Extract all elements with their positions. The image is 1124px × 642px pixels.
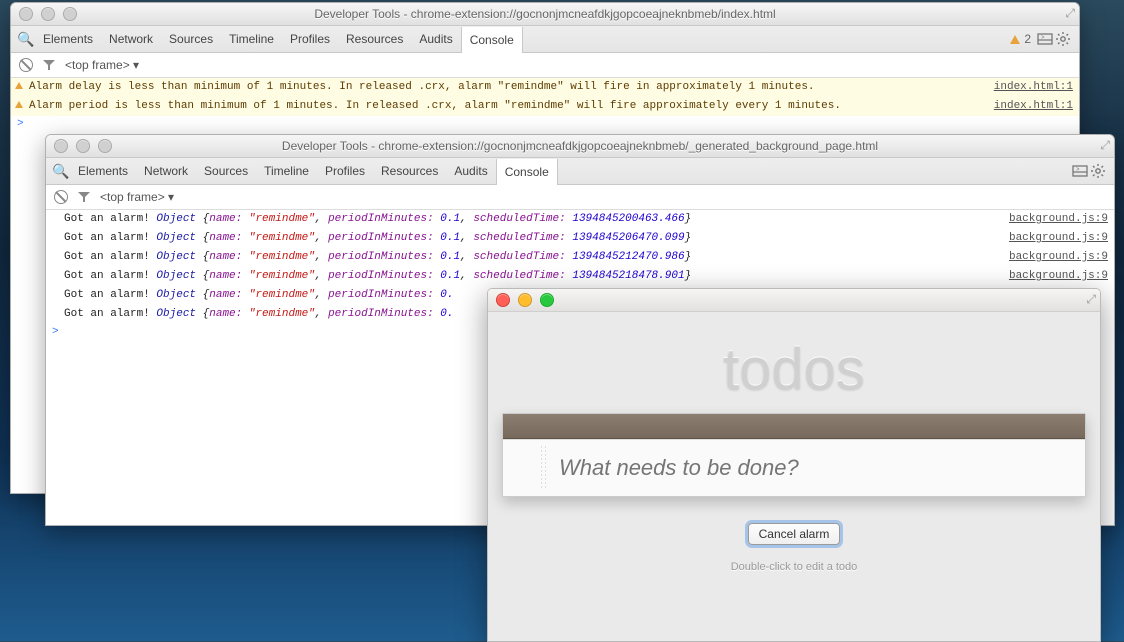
svg-text:>_: >_	[1041, 35, 1049, 41]
drawer-icon[interactable]: >_	[1037, 32, 1055, 46]
app-heading: todos	[488, 312, 1100, 413]
console-line: Got an alarm! Object {name: "remindme", …	[46, 267, 1114, 286]
svg-text:>_: >_	[1076, 167, 1084, 173]
tab-profiles[interactable]: Profiles	[282, 26, 338, 52]
console-text: Got an alarm! Object {name: "remindme", …	[64, 250, 691, 265]
console-text: Got an alarm! Object {name: "remindme", …	[64, 269, 691, 284]
inspect-icon[interactable]: 🔍	[17, 31, 35, 48]
expand-icon[interactable]: ⤢	[1086, 292, 1096, 307]
tab-elements[interactable]: Elements	[70, 158, 136, 184]
console-toolbar: <top frame> ▾	[46, 185, 1114, 210]
tab-audits[interactable]: Audits	[411, 26, 460, 52]
minimize-dot[interactable]	[76, 139, 90, 153]
minimize-dot[interactable]	[41, 7, 55, 21]
tab-sources[interactable]: Sources	[161, 26, 221, 52]
titlebar[interactable]: Developer Tools - chrome-extension://goc…	[46, 135, 1114, 158]
edit-hint: Double-click to edit a todo	[488, 561, 1100, 573]
window-controls	[11, 7, 85, 21]
clear-console-icon[interactable]	[54, 190, 68, 204]
tab-audits[interactable]: Audits	[446, 158, 495, 184]
devtools-tabs: 🔍 Elements Network Sources Timeline Prof…	[11, 26, 1079, 53]
tab-profiles[interactable]: Profiles	[317, 158, 373, 184]
settings-icon[interactable]	[1090, 163, 1108, 179]
close-dot[interactable]	[54, 139, 68, 153]
source-link[interactable]: background.js:9	[999, 269, 1108, 284]
console-text: Got an alarm! Object {name: "remindme", …	[64, 231, 691, 246]
todos-window: ⤢ todos Cancel alarm Double-click to edi…	[487, 288, 1101, 642]
card-header	[503, 414, 1085, 439]
todo-card	[502, 413, 1086, 497]
console-text: Got an alarm! Object {name: "remindme", …	[64, 288, 454, 303]
titlebar[interactable]: ⤢	[488, 289, 1100, 312]
window-controls	[488, 293, 562, 307]
tab-timeline[interactable]: Timeline	[221, 26, 282, 52]
tab-network[interactable]: Network	[136, 158, 196, 184]
frame-selector[interactable]: <top frame> ▾	[65, 58, 139, 72]
devtools-tabs: 🔍 Elements Network Sources Timeline Prof…	[46, 158, 1114, 185]
console-line: Alarm period is less than minimum of 1 m…	[11, 97, 1079, 116]
window-controls	[46, 139, 120, 153]
source-link[interactable]: background.js:9	[999, 231, 1108, 246]
tab-sources[interactable]: Sources	[196, 158, 256, 184]
titlebar[interactable]: Developer Tools - chrome-extension://goc…	[11, 3, 1079, 26]
tab-resources[interactable]: Resources	[373, 158, 446, 184]
frame-selector[interactable]: <top frame> ▾	[100, 190, 174, 204]
close-dot[interactable]	[496, 293, 510, 307]
source-link[interactable]: index.html:1	[984, 80, 1073, 95]
console-output: Alarm delay is less than minimum of 1 mi…	[11, 78, 1079, 132]
console-text: Alarm delay is less than minimum of 1 mi…	[29, 80, 815, 95]
console-line: Got an alarm! Object {name: "remindme", …	[46, 229, 1114, 248]
expand-icon[interactable]: ⤢	[1100, 138, 1110, 153]
source-link[interactable]: background.js:9	[999, 250, 1108, 265]
source-link[interactable]: background.js:9	[999, 212, 1108, 227]
window-title: Developer Tools - chrome-extension://goc…	[11, 7, 1079, 21]
warning-icon	[1010, 35, 1020, 44]
zoom-dot[interactable]	[98, 139, 112, 153]
console-text: Got an alarm! Object {name: "remindme", …	[64, 307, 454, 322]
warning-count[interactable]: 2	[1004, 32, 1037, 46]
drawer-icon[interactable]: >_	[1072, 164, 1090, 178]
tab-resources[interactable]: Resources	[338, 26, 411, 52]
console-line: Got an alarm! Object {name: "remindme", …	[46, 248, 1114, 267]
expand-icon[interactable]: ⤢	[1065, 6, 1075, 21]
minimize-dot[interactable]	[518, 293, 532, 307]
new-todo-input[interactable]	[503, 454, 1085, 482]
source-link[interactable]: index.html:1	[984, 99, 1073, 114]
tab-console[interactable]: Console	[461, 27, 523, 53]
console-line: Alarm delay is less than minimum of 1 mi…	[11, 78, 1079, 97]
window-title: Developer Tools - chrome-extension://goc…	[46, 139, 1114, 153]
tab-timeline[interactable]: Timeline	[256, 158, 317, 184]
console-line: Got an alarm! Object {name: "remindme", …	[46, 210, 1114, 229]
zoom-dot[interactable]	[63, 7, 77, 21]
todo-input-row	[503, 439, 1085, 496]
close-dot[interactable]	[19, 7, 33, 21]
cancel-alarm-button[interactable]: Cancel alarm	[748, 523, 841, 545]
filter-icon[interactable]	[43, 60, 55, 70]
console-prompt[interactable]: >	[11, 116, 1079, 132]
tab-console[interactable]: Console	[496, 159, 558, 185]
tab-network[interactable]: Network	[101, 26, 161, 52]
clear-console-icon[interactable]	[19, 58, 33, 72]
console-toolbar: <top frame> ▾	[11, 53, 1079, 78]
filter-icon[interactable]	[78, 192, 90, 202]
console-text: Got an alarm! Object {name: "remindme", …	[64, 212, 691, 227]
settings-icon[interactable]	[1055, 31, 1073, 47]
tab-elements[interactable]: Elements	[35, 26, 101, 52]
inspect-icon[interactable]: 🔍	[52, 163, 70, 180]
zoom-dot[interactable]	[540, 293, 554, 307]
warning-count-value: 2	[1024, 32, 1031, 46]
console-text: Alarm period is less than minimum of 1 m…	[29, 99, 841, 114]
